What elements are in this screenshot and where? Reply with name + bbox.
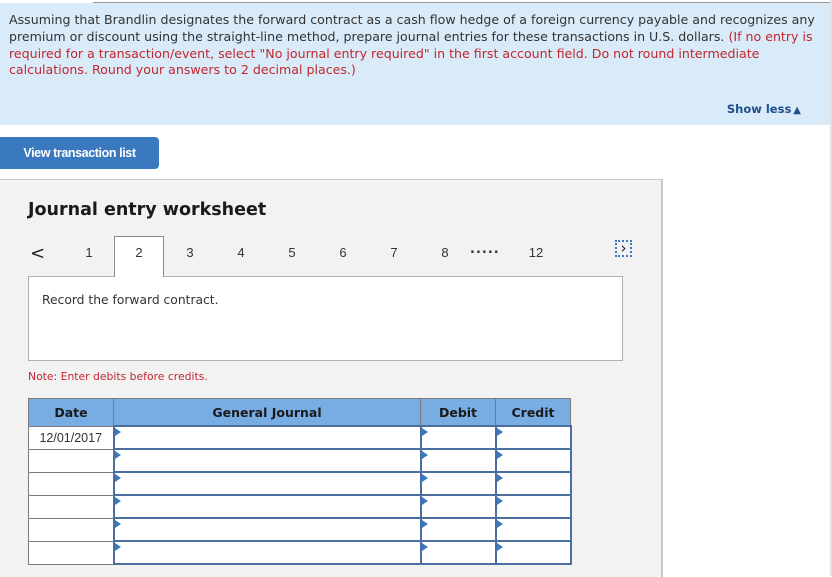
account-cell — [112, 540, 422, 565]
credit-cell — [494, 494, 572, 519]
field-marker-icon — [421, 451, 428, 459]
debit-input[interactable] — [421, 542, 495, 564]
header-credit: Credit — [495, 398, 571, 427]
journal-header-row: Date General Journal Debit Credit — [28, 398, 571, 427]
credit-input[interactable] — [496, 496, 570, 518]
debit-input[interactable] — [421, 496, 495, 518]
credit-input[interactable] — [496, 473, 570, 495]
triangle-up-icon: ▲ — [793, 105, 801, 116]
field-marker-icon — [114, 451, 121, 459]
field-marker-icon — [496, 543, 503, 551]
page-7[interactable]: 7 — [384, 245, 404, 260]
journal-row — [28, 471, 572, 496]
debit-cell — [419, 540, 497, 565]
journal-row — [28, 448, 572, 473]
instructions-text: Assuming that Brandlin designates the fo… — [9, 12, 824, 79]
field-marker-icon — [421, 520, 428, 528]
account-cell — [112, 471, 422, 496]
debit-cell — [419, 471, 497, 496]
credit-input[interactable] — [496, 542, 570, 564]
debit-cell — [419, 425, 497, 450]
show-less-link[interactable]: Show less ▲ — [727, 102, 801, 116]
credit-input[interactable] — [496, 450, 570, 472]
chevron-right-icon[interactable]: › — [615, 240, 632, 257]
field-marker-icon — [496, 428, 503, 436]
entry-description-box: Record the forward contract. — [28, 276, 623, 361]
field-marker-icon — [496, 520, 503, 528]
account-cell — [112, 517, 422, 542]
show-less-label: Show less — [726, 102, 792, 116]
page-8[interactable]: 8 — [435, 245, 455, 260]
page-2-active[interactable]: 2 — [114, 236, 164, 277]
page-5[interactable]: 5 — [282, 245, 302, 260]
field-marker-icon — [114, 474, 121, 482]
debit-input[interactable] — [421, 519, 495, 541]
account-select[interactable] — [114, 473, 420, 495]
field-marker-icon — [114, 520, 121, 528]
debit-input[interactable] — [421, 473, 495, 495]
account-cell — [112, 425, 422, 450]
field-marker-icon — [496, 451, 503, 459]
credit-cell — [494, 540, 572, 565]
journal-row — [28, 494, 572, 519]
credit-cell — [494, 471, 572, 496]
account-select[interactable] — [114, 496, 420, 518]
field-marker-icon — [496, 497, 503, 505]
credit-input[interactable] — [496, 427, 570, 449]
page-1[interactable]: 1 — [79, 245, 99, 260]
field-marker-icon — [496, 474, 503, 482]
journal-row — [28, 540, 572, 565]
date-cell — [28, 540, 114, 565]
account-cell — [112, 448, 422, 473]
page-12[interactable]: 12 — [526, 245, 546, 260]
journal-entry-worksheet: Journal entry worksheet < 1 2 3 4 5 6 7 … — [0, 179, 663, 577]
credit-cell — [494, 517, 572, 542]
header-debit: Debit — [420, 398, 496, 427]
debit-input[interactable] — [421, 450, 495, 472]
instructions-main: Assuming that Brandlin designates the fo… — [9, 12, 815, 44]
header-date: Date — [28, 398, 114, 427]
view-transaction-list-button[interactable]: View transaction list — [0, 137, 159, 169]
entry-pager: < 1 2 3 4 5 6 7 8 ..... 12 › — [0, 236, 661, 277]
field-marker-icon — [421, 428, 428, 436]
date-cell — [28, 448, 114, 473]
page-4[interactable]: 4 — [231, 245, 251, 260]
field-marker-icon — [114, 543, 121, 551]
journal-table: Date General Journal Debit Credit 12/01/… — [28, 398, 572, 565]
date-cell — [28, 517, 114, 542]
account-select[interactable] — [114, 427, 420, 449]
chevron-left-icon[interactable]: < — [30, 243, 45, 264]
credit-input[interactable] — [496, 519, 570, 541]
account-select[interactable] — [114, 450, 420, 472]
field-marker-icon — [421, 543, 428, 551]
account-select[interactable] — [114, 542, 420, 564]
header-general-journal: General Journal — [113, 398, 421, 427]
field-marker-icon — [114, 497, 121, 505]
field-marker-icon — [421, 497, 428, 505]
debit-cell — [419, 494, 497, 519]
debit-cell — [419, 517, 497, 542]
field-marker-icon — [114, 428, 121, 436]
entry-description: Record the forward contract. — [42, 293, 219, 307]
worksheet-title: Journal entry worksheet — [28, 200, 267, 220]
journal-row — [28, 517, 572, 542]
debit-credit-note: Note: Enter debits before credits. — [28, 370, 208, 383]
credit-cell — [494, 448, 572, 473]
page-ellipsis: ..... — [470, 242, 500, 257]
date-cell — [28, 494, 114, 519]
page-6[interactable]: 6 — [333, 245, 353, 260]
debit-input[interactable] — [421, 427, 495, 449]
page-3[interactable]: 3 — [180, 245, 200, 260]
debit-cell — [419, 448, 497, 473]
account-select[interactable] — [114, 519, 420, 541]
account-cell — [112, 494, 422, 519]
credit-cell — [494, 425, 572, 450]
date-cell — [28, 471, 114, 496]
journal-row: 12/01/2017 — [28, 425, 572, 450]
instructions-panel: Assuming that Brandlin designates the fo… — [0, 3, 830, 125]
field-marker-icon — [421, 474, 428, 482]
date-cell: 12/01/2017 — [28, 425, 114, 450]
